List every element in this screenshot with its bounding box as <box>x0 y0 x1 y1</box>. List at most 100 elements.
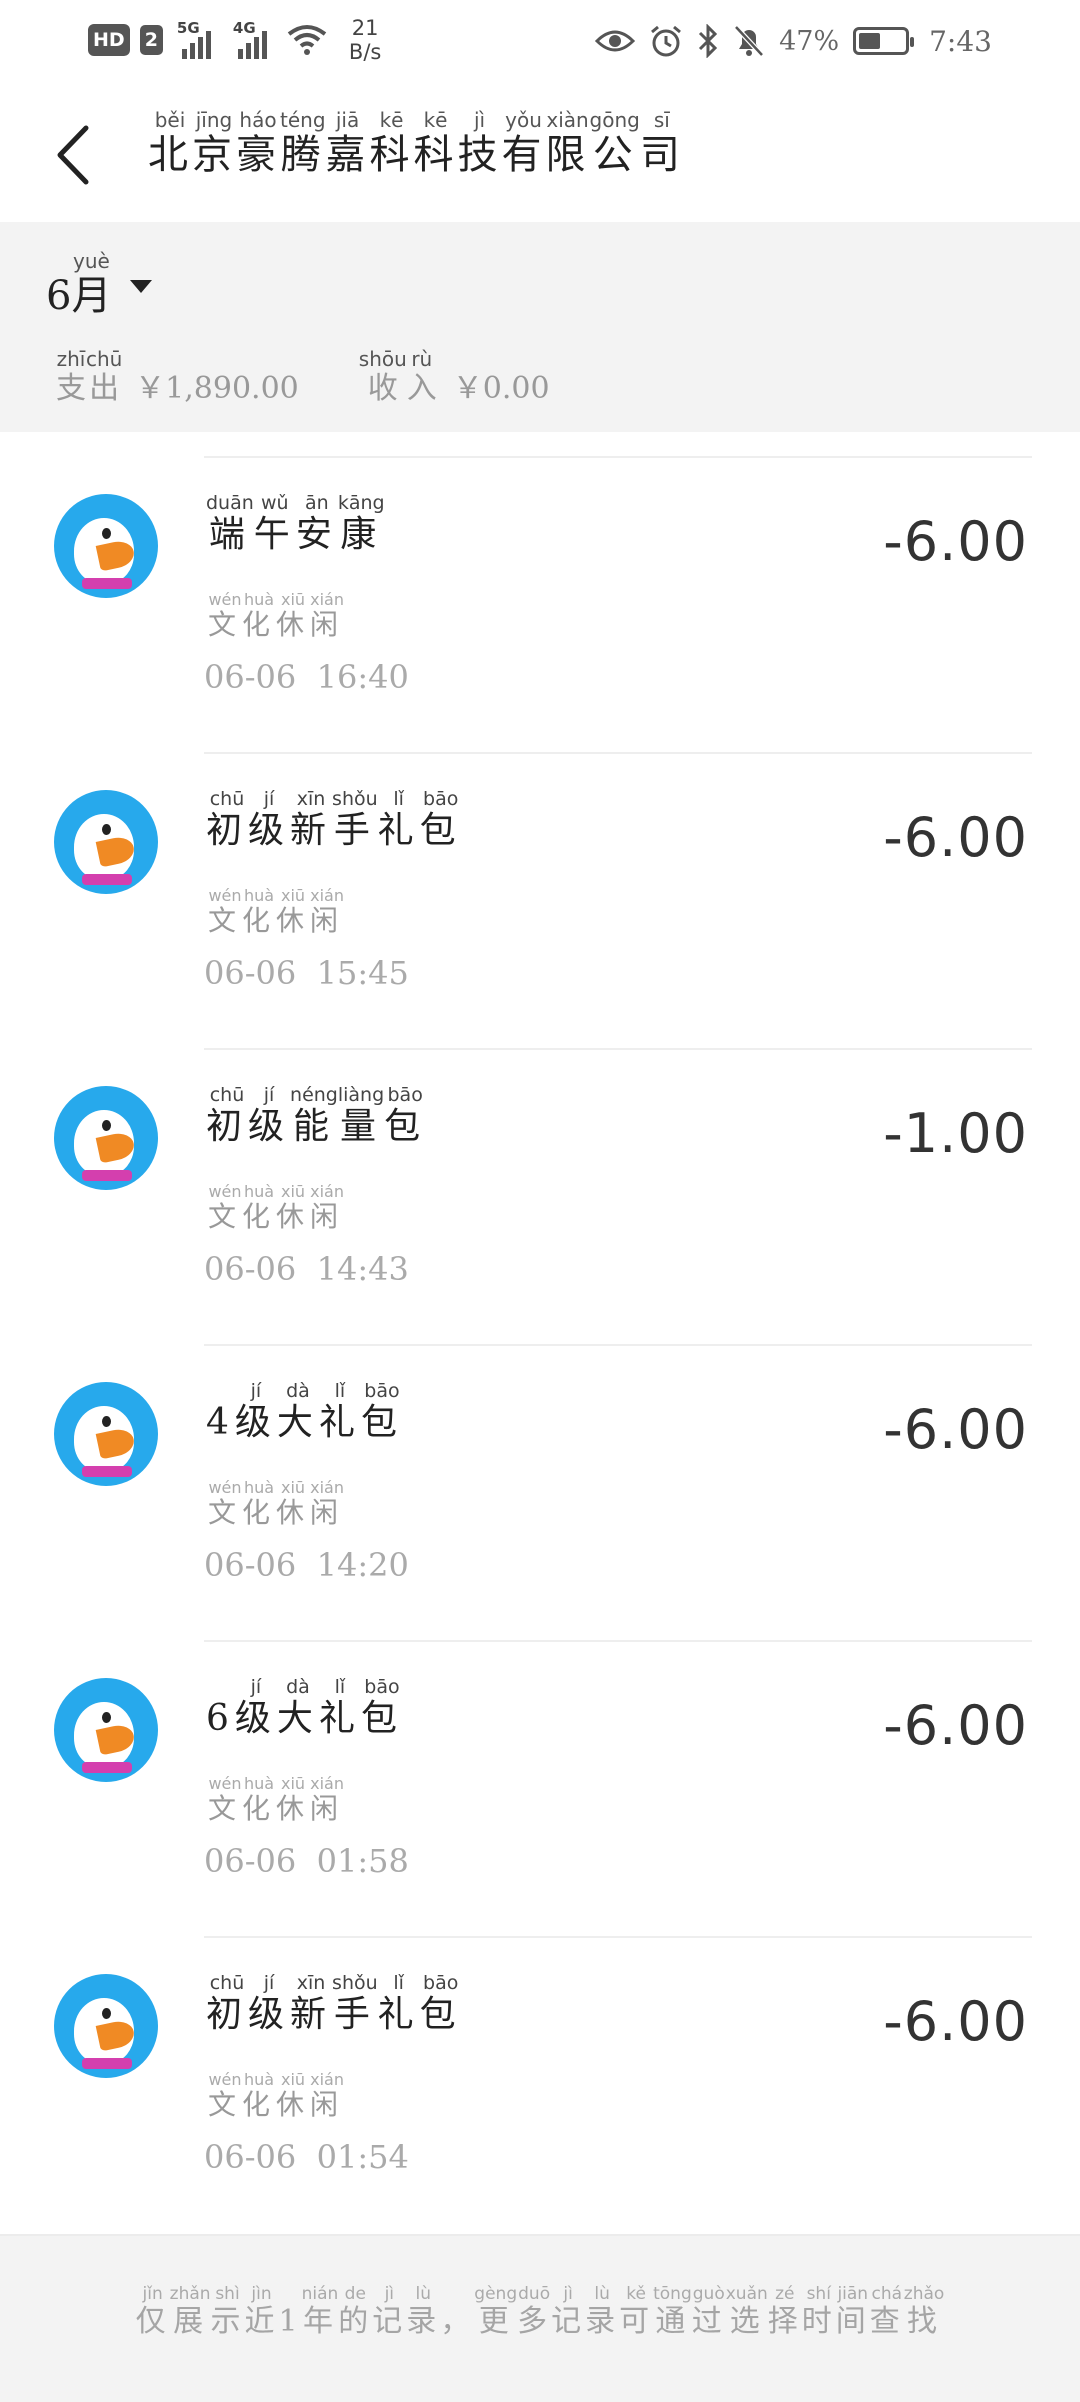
footer-char: 近jìn <box>244 2284 279 2339</box>
transaction-amount: -6.00 <box>883 1990 1028 2053</box>
footer-char: 多duō <box>517 2284 552 2339</box>
clock: 7:43 <box>929 24 992 58</box>
transaction-name-char: 康kāng <box>337 492 385 555</box>
transaction-time: 06-06 15:45 <box>204 954 409 992</box>
transaction-time: 06-06 01:54 <box>204 2138 409 2176</box>
month-number: 6 <box>46 273 72 319</box>
category-char: 闲xián <box>310 2070 345 2121</box>
title-char: 科kē <box>369 108 414 178</box>
category-char: 化huà <box>242 590 277 641</box>
sim-slot-icon: 2 <box>139 25 163 55</box>
status-bar-left: HD 2 5G 4G 21 B/s <box>88 14 381 66</box>
merchant-avatar <box>54 1678 158 1782</box>
transaction-name-char: 初chū <box>206 1084 249 1147</box>
transaction-row[interactable]: 初chū级jí新xīn手shǒu礼lǐ包bāo 文wén化huà休xiū闲xián… <box>0 728 1080 1024</box>
transaction-name-char: 礼lǐ <box>377 788 420 851</box>
transaction-name: 初chū级jí新xīn手shǒu礼lǐ包bāo <box>206 1972 462 2047</box>
transaction-row[interactable]: 6级jí大dà礼lǐ包bāo 文wén化huà休xiū闲xián 06-06 01:… <box>0 1616 1080 1912</box>
goose-logo-tag <box>82 578 132 589</box>
transaction-amount: -6.00 <box>883 1694 1028 1757</box>
battery-level <box>859 33 880 49</box>
transaction-name-char: 手shǒu <box>332 788 378 851</box>
footer-char: 更gèng <box>474 2284 518 2339</box>
transaction-name-char: 手shǒu <box>332 1972 378 2035</box>
expense-total: 支zhī出chū ￥1,890.00 <box>56 347 299 419</box>
transaction-name-char: 级jí <box>234 1380 277 1443</box>
transaction-name: 初chū级jí能néng量liàng包bāo <box>206 1084 427 1159</box>
goose-logo-tag <box>82 1170 132 1181</box>
transaction-row[interactable]: 端duān午wǔ安ān康kāng 文wén化huà休xiū闲xián 06-06 1… <box>0 432 1080 728</box>
merchant-avatar <box>54 494 158 598</box>
footer-char: 选xuǎn <box>725 2284 768 2339</box>
eye-icon <box>595 30 636 52</box>
transaction-amount: -6.00 <box>883 1398 1028 1461</box>
transaction-name-char: 礼lǐ <box>377 1972 420 2035</box>
network-type-label: 4G <box>232 19 256 37</box>
goose-logo-eye <box>102 1712 111 1723</box>
transaction-name-char: 初chū <box>206 1972 249 2035</box>
footer-char: 的de <box>338 2284 373 2339</box>
goose-logo-tag <box>82 874 132 885</box>
category-char: 化huà <box>242 2070 277 2121</box>
merchant-avatar <box>54 1086 158 1190</box>
transaction-name-char: 级jí <box>234 1676 277 1739</box>
status-bar: HD 2 5G 4G 21 B/s 47% 7:43 <box>0 0 1080 80</box>
transaction-name-char: 能néng <box>290 1084 338 1147</box>
transaction-row[interactable]: 初chū级jí新xīn手shǒu礼lǐ包bāo 文wén化huà休xiū闲xián… <box>0 1912 1080 2208</box>
footer-char: 间jiān <box>835 2284 870 2339</box>
transaction-name-char: 量liàng <box>337 1084 385 1147</box>
merchant-avatar <box>54 790 158 894</box>
category-char: 休xiū <box>276 2070 311 2121</box>
transaction-name-char: 包bāo <box>419 788 462 851</box>
transaction-amount: -6.00 <box>883 510 1028 573</box>
income-label-char: 收shōu <box>358 347 407 406</box>
income-label-char: 入rù <box>406 347 437 406</box>
page-title: 北běi京jīng豪háo腾téng嘉jiā科kē科kē技jì有yǒu限xiàn… <box>148 108 684 200</box>
transaction-name-char: 礼lǐ <box>318 1676 361 1739</box>
transaction-row[interactable]: 4级jí大dà礼lǐ包bāo 文wén化huà休xiū闲xián 06-06 14:… <box>0 1320 1080 1616</box>
alarm-icon <box>651 25 682 57</box>
back-arrow-icon[interactable] <box>50 120 110 190</box>
merchant-avatar <box>54 1974 158 2078</box>
transaction-name-char: 级jí <box>248 1972 291 2035</box>
income-label: 收shōu入rù <box>358 347 437 406</box>
footer-char: 通tōng <box>653 2284 692 2339</box>
footer-char: 找zhǎo <box>903 2284 945 2339</box>
dropdown-caret-icon[interactable] <box>130 280 152 293</box>
category-char: 文wén <box>208 886 243 937</box>
category-char: 文wén <box>208 2070 243 2121</box>
transaction-name: 初chū级jí新xīn手shǒu礼lǐ包bāo <box>206 788 462 863</box>
footer-char: 仅jǐn <box>135 2284 170 2339</box>
expense-label-char: 支zhī <box>56 347 86 406</box>
month-selector[interactable]: 6月yuè <box>46 249 111 336</box>
app-header: 北běi京jīng豪háo腾téng嘉jiā科kē科kē技jì有yǒu限xiàn… <box>0 80 1080 222</box>
footer-char: 展zhǎn <box>169 2284 211 2339</box>
row-divider <box>204 1640 1032 1642</box>
expense-label: 支zhī出chū <box>56 347 123 406</box>
network-speed-unit: B/s <box>348 40 382 64</box>
category-char: 文wén <box>208 590 243 641</box>
footer-char: 1 <box>278 2304 302 2339</box>
transaction-name-char: 包bāo <box>384 1084 427 1147</box>
transaction-category: 文wén化huà休xiū闲xián <box>208 1774 344 1835</box>
transaction-category: 文wén化huà休xiū闲xián <box>208 886 344 947</box>
transaction-row[interactable]: 初chū级jí能néng量liàng包bāo 文wén化huà休xiū闲xián 0… <box>0 1024 1080 1320</box>
title-char: 京jīng <box>192 108 236 178</box>
expense-label-char: 出chū <box>86 347 123 406</box>
category-char: 文wén <box>208 1774 243 1825</box>
category-char: 休xiū <box>276 1478 311 1529</box>
title-char: 豪háo <box>236 108 280 178</box>
transaction-name-prefix: 6 <box>206 1698 235 1739</box>
expense-amount: ￥1,890.00 <box>135 371 299 406</box>
footer-char: 过guò <box>691 2284 726 2339</box>
goose-logo-tag <box>82 2058 132 2069</box>
transaction-name-char: 包bāo <box>360 1380 403 1443</box>
footer-char: 可kě <box>619 2284 654 2339</box>
transaction-name-char: 初chū <box>206 788 249 851</box>
title-char: 司sī <box>639 108 684 178</box>
category-char: 文wén <box>208 1182 243 1233</box>
wifi-icon <box>287 25 327 55</box>
goose-logo-eye <box>102 824 111 835</box>
row-divider <box>204 1048 1032 1050</box>
transaction-name-char: 级jí <box>248 788 291 851</box>
